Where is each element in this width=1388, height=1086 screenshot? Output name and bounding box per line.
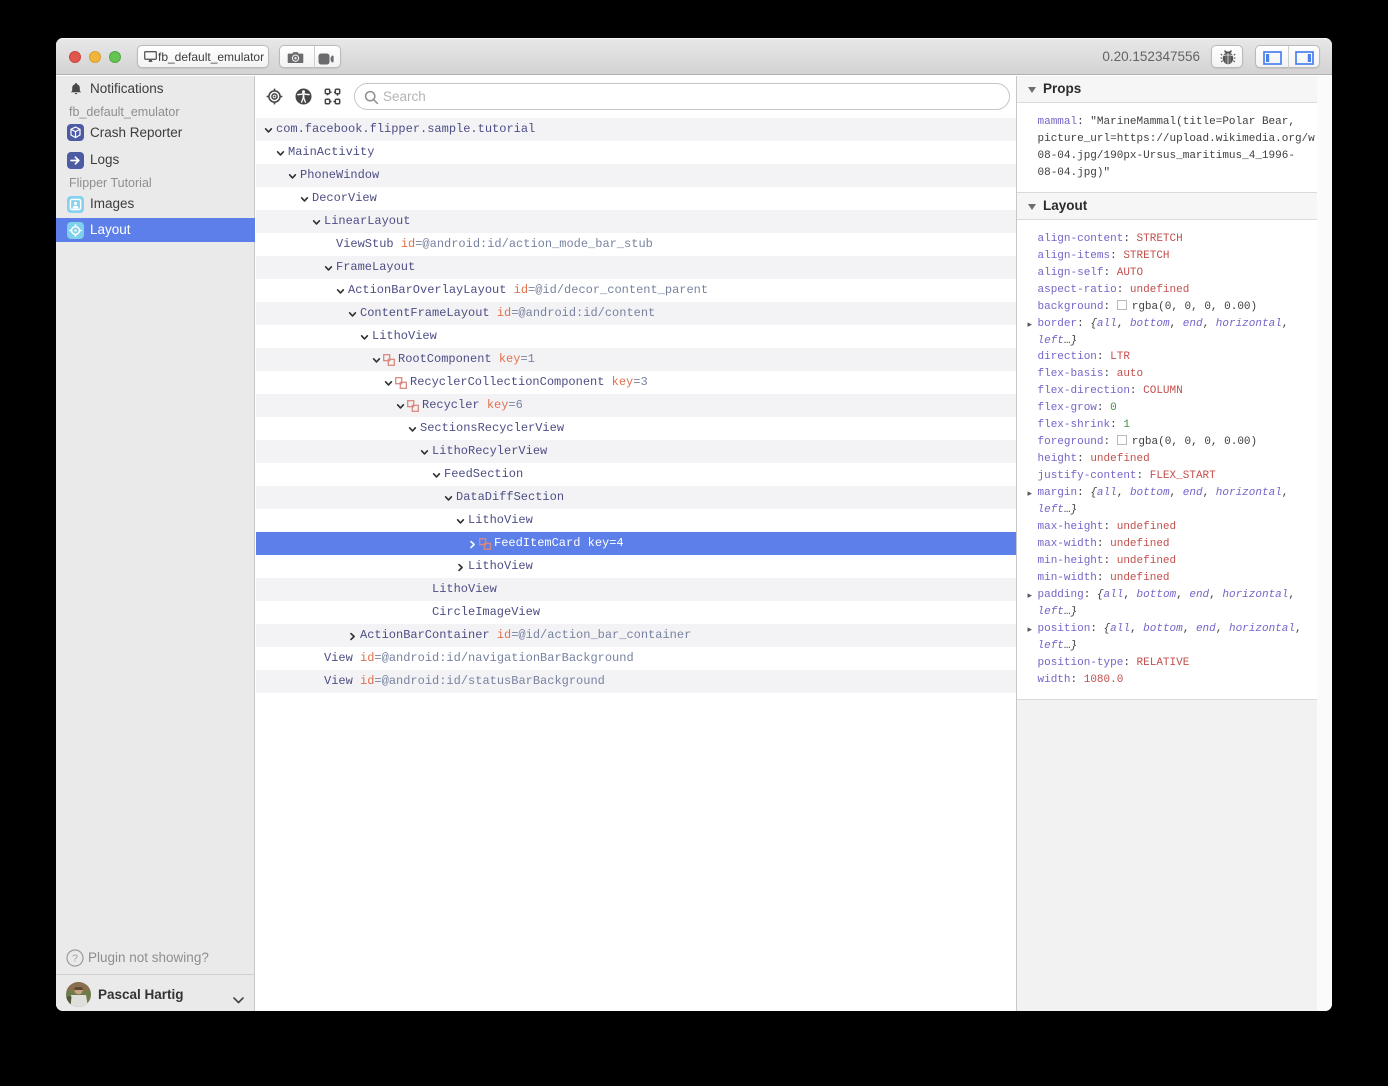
svg-text:?: ? [72, 952, 78, 964]
